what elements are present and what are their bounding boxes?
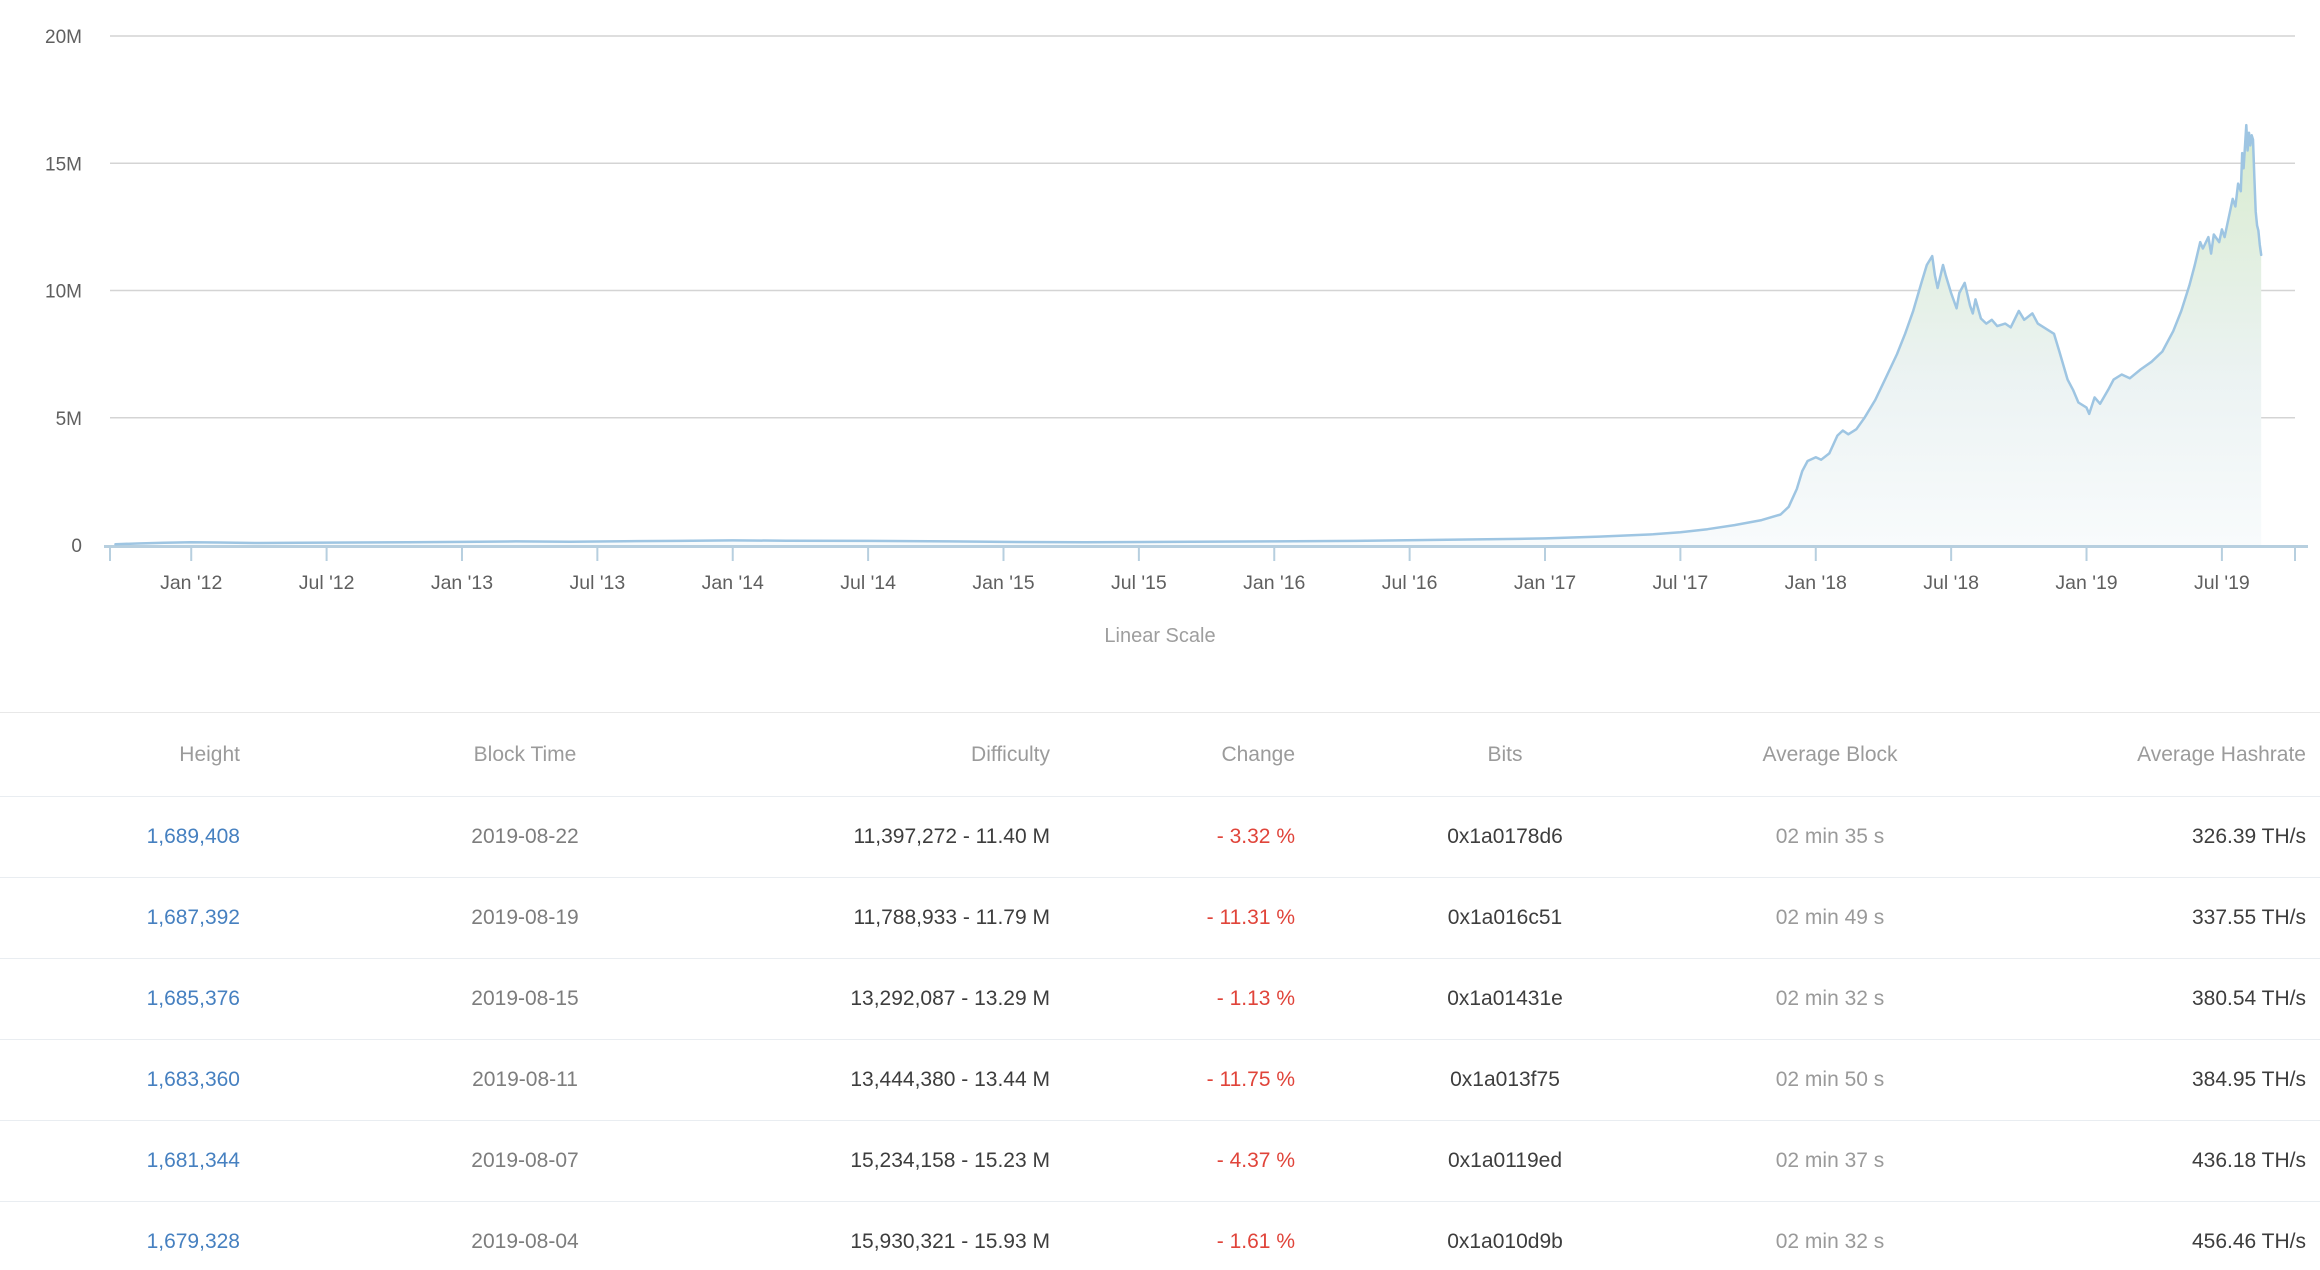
avg-hashrate-cell: 380.54 TH/s <box>1960 959 2320 1040</box>
x-axis-label: Jul '12 <box>299 572 355 594</box>
height-link[interactable]: 1,681,344 <box>147 1149 240 1172</box>
x-axis-label: Jul '18 <box>1923 572 1979 594</box>
avg-hashrate-cell: 436.18 TH/s <box>1960 1121 2320 1202</box>
block-time-cell: 2019-08-07 <box>260 1121 790 1202</box>
height-cell: 1,685,376 <box>0 959 260 1040</box>
table-row: 1,687,392 2019-08-1911,788,933 - 11.79 M-… <box>0 878 2320 959</box>
y-axis-label: 0 <box>71 536 82 557</box>
x-axis-label: Jan '15 <box>972 572 1034 594</box>
avg-block-cell: 02 min 32 s <box>1700 959 1960 1040</box>
difficulty-cell: 15,930,321 - 15.93 M <box>790 1202 1060 1270</box>
y-axis-label: 10M <box>45 282 82 303</box>
difficulty-cell: 13,444,380 - 13.44 M <box>790 1040 1060 1121</box>
scale-toggle[interactable]: Linear Scale <box>0 622 2320 650</box>
change-cell: - 11.31 % <box>1060 878 1310 959</box>
column-header-bits: Bits <box>1310 713 1700 797</box>
x-axis-label: Jan '19 <box>2055 572 2117 594</box>
x-axis-label: Jan '13 <box>431 572 493 594</box>
avg-block-cell: 02 min 50 s <box>1700 1040 1960 1121</box>
avg-hashrate-cell: 456.46 TH/s <box>1960 1202 2320 1270</box>
table-row: 1,685,376 2019-08-1513,292,087 - 13.29 M-… <box>0 959 2320 1040</box>
avg-hashrate-cell: 337.55 TH/s <box>1960 878 2320 959</box>
difficulty-cell: 15,234,158 - 15.23 M <box>790 1121 1060 1202</box>
height-link[interactable]: 1,689,408 <box>147 825 240 848</box>
bits-cell: 0x1a010d9b <box>1310 1202 1700 1270</box>
height-link[interactable]: 1,683,360 <box>147 1068 240 1091</box>
bits-cell: 0x1a016c51 <box>1310 878 1700 959</box>
block-time-cell: 2019-08-11 <box>260 1040 790 1121</box>
avg-block-cell: 02 min 37 s <box>1700 1121 1960 1202</box>
change-cell: - 11.75 % <box>1060 1040 1310 1121</box>
difficulty-chart: 20M 15M 10M 5M 0 Jan '12 Jul '12 Jan '13 Jul '13… <box>0 0 2320 600</box>
x-axis-label: Jan '12 <box>160 572 222 594</box>
column-header-average-block: Average Block <box>1700 713 1960 797</box>
y-axis-label: 20M <box>45 27 82 48</box>
block-time-cell: 2019-08-15 <box>260 959 790 1040</box>
avg-hashrate-cell: 384.95 TH/s <box>1960 1040 2320 1121</box>
height-cell: 1,683,360 <box>0 1040 260 1121</box>
bits-cell: 0x1a0178d6 <box>1310 797 1700 878</box>
height-cell: 1,679,328 <box>0 1202 260 1270</box>
avg-block-cell: 02 min 35 s <box>1700 797 1960 878</box>
height-cell: 1,689,408 <box>0 797 260 878</box>
bits-cell: 0x1a0119ed <box>1310 1121 1700 1202</box>
height-link[interactable]: 1,687,392 <box>147 906 240 929</box>
change-cell: - 1.13 % <box>1060 959 1310 1040</box>
x-axis-label: Jul '14 <box>840 572 896 594</box>
y-axis-label: 15M <box>45 154 82 175</box>
column-header-height: Height <box>0 713 260 797</box>
avg-hashrate-cell: 326.39 TH/s <box>1960 797 2320 878</box>
table-header-row: Height Block Time Difficulty Change Bits… <box>0 713 2320 797</box>
table-row: 1,683,360 2019-08-1113,444,380 - 13.44 M-… <box>0 1040 2320 1121</box>
difficulty-cell: 11,788,933 - 11.79 M <box>790 878 1060 959</box>
bits-cell: 0x1a013f75 <box>1310 1040 1700 1121</box>
block-time-cell: 2019-08-04 <box>260 1202 790 1270</box>
avg-block-cell: 02 min 32 s <box>1700 1202 1960 1270</box>
x-axis-label: Jul '17 <box>1653 572 1709 594</box>
table-body: 1,689,4082019-08-2211,397,272 - 11.40 M-… <box>0 797 2320 1270</box>
x-axis-label: Jul '16 <box>1382 572 1438 594</box>
difficulty-cell: 13,292,087 - 13.29 M <box>790 959 1060 1040</box>
column-header-change: Change <box>1060 713 1310 797</box>
table-row: 1,681,344 2019-08-0715,234,158 - 15.23 M-… <box>0 1121 2320 1202</box>
difficulty-page: 20M 15M 10M 5M 0 Jan '12 Jul '12 Jan '13 Jul '13… <box>0 0 2320 1270</box>
block-time-cell: 2019-08-22 <box>260 797 790 878</box>
difficulty-table: Height Block Time Difficulty Change Bits… <box>0 712 2320 1270</box>
difficulty-area-fill <box>115 125 2261 545</box>
x-axis-label: Jul '19 <box>2194 572 2250 594</box>
bits-cell: 0x1a01431e <box>1310 959 1700 1040</box>
x-axis-label: Jan '16 <box>1243 572 1305 594</box>
change-cell: - 4.37 % <box>1060 1121 1310 1202</box>
height-cell: 1,687,392 <box>0 878 260 959</box>
x-axis-label: Jan '17 <box>1514 572 1576 594</box>
height-cell: 1,681,344 <box>0 1121 260 1202</box>
x-axis-label: Jan '18 <box>1785 572 1847 594</box>
column-header-average-hashrate: Average Hashrate <box>1960 713 2320 797</box>
x-axis-label: Jan '14 <box>702 572 764 594</box>
avg-block-cell: 02 min 49 s <box>1700 878 1960 959</box>
x-axis-label: Jul '15 <box>1111 572 1167 594</box>
x-axis-label: Jul '13 <box>569 572 625 594</box>
table-row: 1,689,408 2019-08-2211,397,272 - 11.40 M-… <box>0 797 2320 878</box>
table-row: 1,679,328 2019-08-0415,930,321 - 15.93 M-… <box>0 1202 2320 1270</box>
height-link[interactable]: 1,685,376 <box>147 987 240 1010</box>
block-time-cell: 2019-08-19 <box>260 878 790 959</box>
change-cell: - 1.61 % <box>1060 1202 1310 1270</box>
change-cell: - 3.32 % <box>1060 797 1310 878</box>
column-header-difficulty: Difficulty <box>790 713 1060 797</box>
y-axis-label: 5M <box>56 409 82 430</box>
height-link[interactable]: 1,679,328 <box>147 1230 240 1253</box>
column-header-block-time: Block Time <box>260 713 790 797</box>
difficulty-cell: 11,397,272 - 11.40 M <box>790 797 1060 878</box>
